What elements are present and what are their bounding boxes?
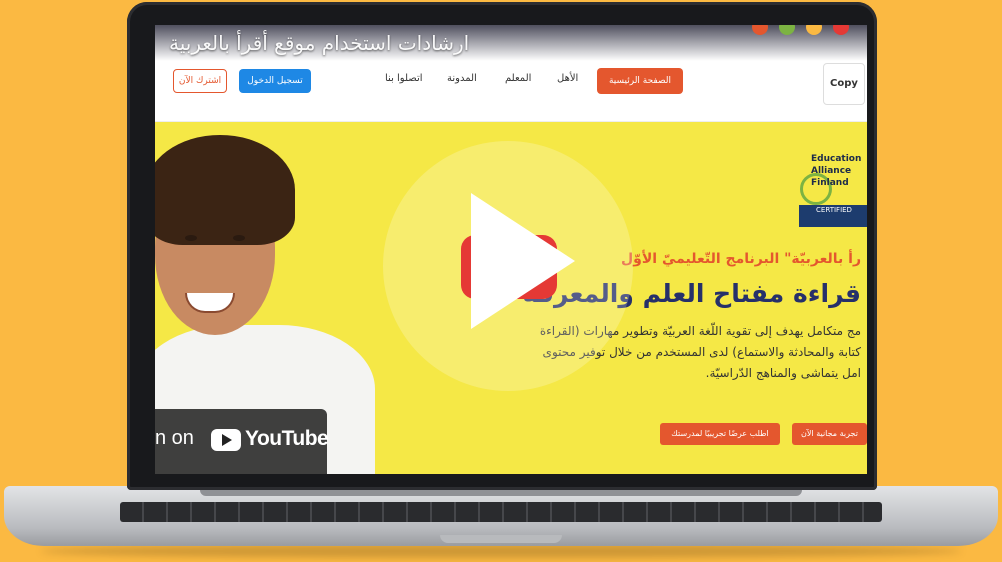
nav-item-contact[interactable]: اتصلوا بنا xyxy=(385,73,423,84)
dot-yellow xyxy=(805,25,822,35)
certification-badge: Education Alliance Finland xyxy=(811,153,861,189)
site-logo[interactable]: Copy xyxy=(823,63,865,105)
dot-green xyxy=(778,25,795,35)
play-icon[interactable] xyxy=(471,193,575,329)
laptop-screen: اشترك الآن تسجيل الدخول اتصلوا بنا المدو… xyxy=(155,25,867,474)
badge-line-3: Finland xyxy=(811,178,849,188)
nav-item-parents[interactable]: الأهل xyxy=(557,73,578,84)
badge-line-1: Education xyxy=(811,154,862,164)
school-demo-button[interactable]: اطلب عرضًا تجريبيًا لمدرستك xyxy=(660,423,780,445)
video-title-bar: ارشادات استخدام موقع أقرأ بالعربية xyxy=(155,25,867,61)
nav-item-teacher[interactable]: المعلم xyxy=(505,73,531,84)
dot-red-2 xyxy=(833,25,849,35)
watch-on-label: n on xyxy=(155,427,194,449)
laptop-shadow xyxy=(40,544,962,558)
nav-item-blog[interactable]: المدونة xyxy=(447,73,477,84)
certified-label: CERTIFIED xyxy=(799,205,867,227)
laptop-notch xyxy=(440,535,562,543)
subscribe-button[interactable]: اشترك الآن xyxy=(173,69,227,93)
video-title[interactable]: ارشادات استخدام موقع أقرأ بالعربية xyxy=(169,31,469,55)
home-button[interactable]: الصفحة الرئيسية xyxy=(597,68,683,94)
boy-eye-left xyxy=(185,235,197,241)
youtube-wordmark: YouTube xyxy=(245,427,329,450)
login-button[interactable]: تسجيل الدخول xyxy=(239,69,311,93)
boy-eye-right xyxy=(233,235,245,241)
youtube-logo-play-icon xyxy=(222,434,232,446)
color-dots xyxy=(746,25,849,39)
badge-line-2: Alliance xyxy=(811,166,852,176)
laptop-keyboard xyxy=(120,502,882,522)
free-trial-button[interactable]: تجربة مجانية الآن xyxy=(792,423,867,445)
hero-subheading: رأ بالعربيّة" البرنامج التّعليميّ الأوّل xyxy=(621,251,861,267)
boy-hair xyxy=(155,135,295,245)
dot-red xyxy=(751,25,768,35)
